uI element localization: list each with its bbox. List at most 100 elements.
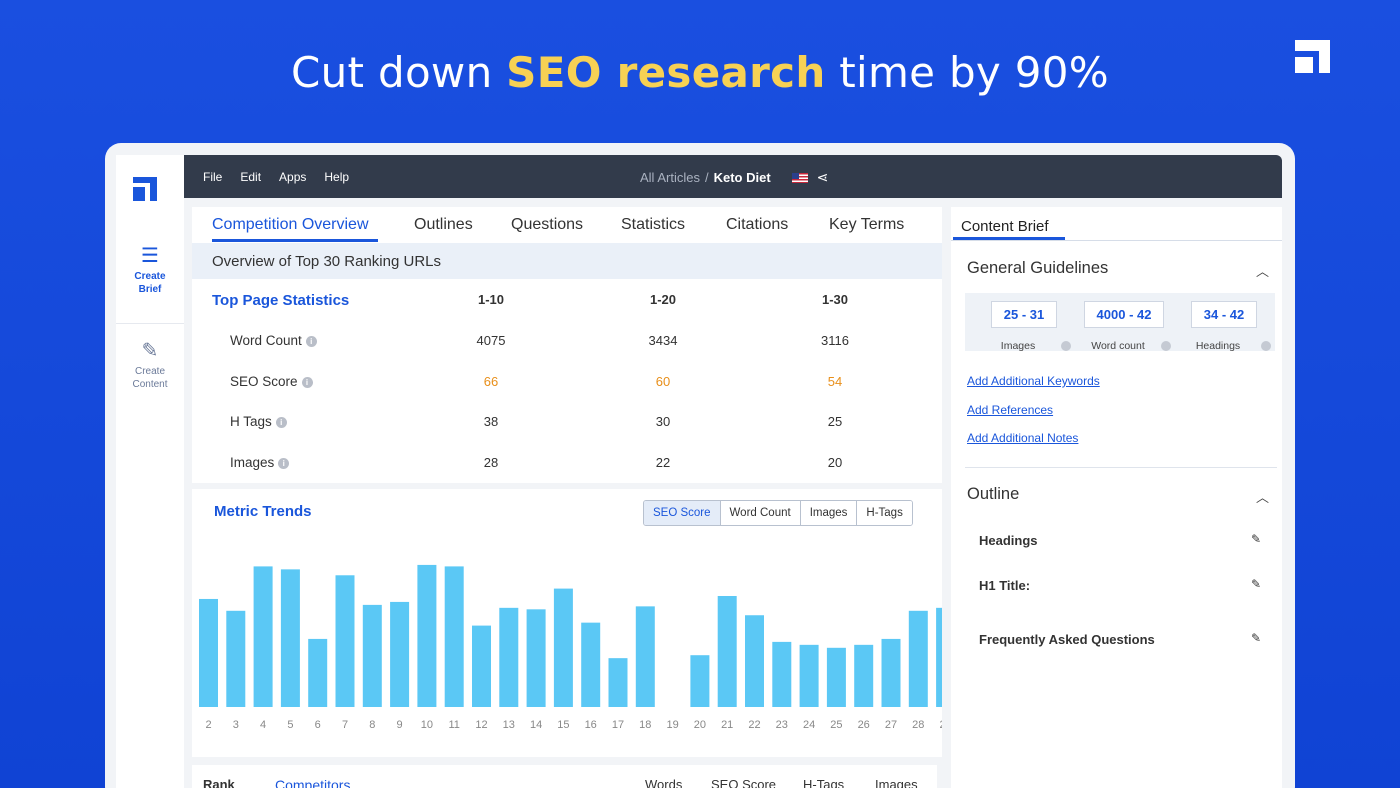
menu-apps[interactable]: Apps bbox=[279, 170, 306, 184]
rank-sort[interactable]: Rank bbox=[203, 777, 235, 788]
chart-bar[interactable] bbox=[390, 601, 410, 707]
x-tick-label: 8 bbox=[369, 719, 375, 731]
chart-bar[interactable] bbox=[280, 569, 300, 707]
breadcrumb-root[interactable]: All Articles bbox=[640, 170, 700, 185]
content-brief-panel: Content Brief General Guidelines ︿ 25 - … bbox=[951, 207, 1282, 788]
chart-bar[interactable] bbox=[881, 638, 901, 707]
pencil-icon[interactable]: ✎ bbox=[1251, 577, 1261, 591]
chevron-up-icon[interactable]: ︿ bbox=[1256, 487, 1269, 506]
guideline-value: 4000 - 42 bbox=[1083, 301, 1165, 328]
x-tick-label: 21 bbox=[721, 719, 733, 731]
sidebar-item-label: Create bbox=[134, 271, 166, 282]
x-tick-label: 3 bbox=[233, 719, 239, 731]
sidebar-item-create-brief[interactable]: ☰ Create Brief bbox=[116, 245, 184, 296]
info-icon[interactable] bbox=[1161, 341, 1171, 351]
table-cell: 54 bbox=[827, 374, 843, 389]
row-label-text: Images bbox=[230, 455, 275, 470]
outline-item-h1-title[interactable]: H1 Title: bbox=[979, 578, 1030, 593]
info-icon[interactable]: i bbox=[278, 458, 290, 469]
chart-bar[interactable] bbox=[826, 647, 846, 707]
words-sort[interactable]: Words bbox=[645, 777, 682, 788]
menu-edit[interactable]: Edit bbox=[240, 170, 261, 184]
chart-bar[interactable] bbox=[226, 610, 246, 707]
chevron-up-icon[interactable]: ︿ bbox=[1256, 261, 1269, 280]
overview-header: Overview of Top 30 Ranking URLs bbox=[192, 243, 942, 279]
edit-list-icon: ✎ bbox=[141, 340, 159, 362]
chart-bar[interactable] bbox=[717, 596, 737, 707]
info-icon[interactable]: i bbox=[275, 417, 287, 428]
tab-outlines[interactable]: Outlines bbox=[414, 216, 473, 234]
competitors-header: Rank Competitors Words SEO Score H-Tags … bbox=[192, 765, 937, 788]
chart-bar[interactable] bbox=[526, 609, 546, 707]
outline-item-headings[interactable]: Headings bbox=[979, 533, 1038, 548]
seo-score-button[interactable]: SEO Score bbox=[644, 501, 720, 525]
chart-bar[interactable] bbox=[908, 610, 928, 707]
word-count-button[interactable]: Word Count bbox=[719, 501, 800, 525]
info-icon[interactable]: i bbox=[301, 377, 313, 388]
headline-suffix: time by 90% bbox=[825, 48, 1109, 97]
chart-bar[interactable] bbox=[335, 575, 355, 707]
tab-content-brief[interactable]: Content Brief bbox=[961, 218, 1049, 235]
chart-bar[interactable] bbox=[581, 622, 601, 707]
sidebar-item-create-content[interactable]: ✎ Create Content bbox=[116, 340, 184, 391]
chart-bar[interactable] bbox=[690, 655, 710, 707]
us-flag-icon[interactable] bbox=[791, 172, 808, 183]
chart-bar[interactable] bbox=[472, 625, 491, 707]
left-sidebar: ☰ Create Brief ✎ Create Content bbox=[116, 155, 184, 788]
tab-statistics[interactable]: Statistics bbox=[621, 216, 685, 234]
chart-bar[interactable] bbox=[362, 604, 382, 707]
chart-bar[interactable] bbox=[553, 588, 573, 707]
table-cell: 60 bbox=[655, 374, 671, 389]
x-tick-label: 6 bbox=[315, 719, 321, 731]
pencil-icon[interactable]: ✎ bbox=[1251, 532, 1261, 546]
tab-citations[interactable]: Citations bbox=[726, 216, 788, 234]
chart-bar[interactable] bbox=[608, 658, 628, 707]
images-sort[interactable]: Images bbox=[875, 777, 918, 788]
chart-bar[interactable] bbox=[635, 606, 655, 707]
chart-bar[interactable] bbox=[417, 564, 437, 707]
outline-item-faq[interactable]: Frequently Asked Questions bbox=[979, 632, 1155, 647]
x-tick-label: 20 bbox=[694, 719, 706, 731]
menu-file[interactable]: File bbox=[203, 170, 222, 184]
row-label-text: H Tags bbox=[230, 414, 272, 429]
chart-bar[interactable] bbox=[253, 566, 273, 707]
add-keywords-link[interactable]: Add Additional Keywords bbox=[967, 374, 1100, 388]
breadcrumb-separator: / bbox=[704, 170, 709, 185]
x-tick-label: 16 bbox=[585, 719, 597, 731]
add-references-link[interactable]: Add References bbox=[967, 403, 1053, 417]
tab-questions[interactable]: Questions bbox=[511, 216, 583, 234]
x-tick-label: 10 bbox=[421, 719, 433, 731]
guideline-label: Headings bbox=[1195, 340, 1241, 352]
add-notes-link[interactable]: Add Additional Notes bbox=[967, 431, 1078, 445]
chart-bar[interactable] bbox=[444, 566, 464, 707]
x-tick-label: 24 bbox=[803, 719, 815, 731]
tab-key-terms[interactable]: Key Terms bbox=[829, 216, 904, 234]
tab-competition-overview[interactable]: Competition Overview bbox=[212, 216, 369, 234]
guideline-word-count: 4000 - 42 Word count bbox=[1079, 301, 1171, 352]
metric-trends-panel: Metric Trends SEO Score Word Count Image… bbox=[192, 489, 942, 757]
info-icon[interactable] bbox=[1061, 341, 1071, 351]
brand-logo-icon bbox=[1295, 40, 1330, 73]
share-icon[interactable]: ⋖ bbox=[817, 169, 829, 186]
chart-bar[interactable] bbox=[854, 644, 874, 707]
chart-bar[interactable] bbox=[199, 598, 218, 707]
seo-score-sort[interactable]: SEO Score bbox=[711, 777, 776, 788]
chart-bar[interactable] bbox=[308, 638, 328, 707]
chart-bar[interactable] bbox=[799, 644, 819, 707]
chart-bar[interactable] bbox=[772, 641, 792, 707]
headline: Cut down SEO research time by 90% bbox=[0, 48, 1400, 97]
h-tags-sort[interactable]: H-Tags bbox=[803, 777, 844, 788]
menu: File Edit Apps Help bbox=[203, 170, 349, 184]
chart-bar[interactable] bbox=[936, 607, 942, 707]
pencil-icon[interactable]: ✎ bbox=[1251, 631, 1261, 645]
info-icon[interactable] bbox=[1261, 341, 1271, 351]
h-tags-button[interactable]: H-Tags bbox=[856, 501, 912, 525]
table-cell: 22 bbox=[655, 455, 671, 470]
chart-bar[interactable] bbox=[745, 615, 764, 707]
menu-help[interactable]: Help bbox=[324, 170, 349, 184]
chart-bar[interactable] bbox=[499, 607, 519, 707]
info-icon[interactable]: i bbox=[305, 336, 317, 347]
table-cell: 4075 bbox=[476, 333, 506, 348]
breadcrumb-current: Keto Diet bbox=[713, 170, 771, 185]
images-button[interactable]: Images bbox=[799, 501, 857, 525]
